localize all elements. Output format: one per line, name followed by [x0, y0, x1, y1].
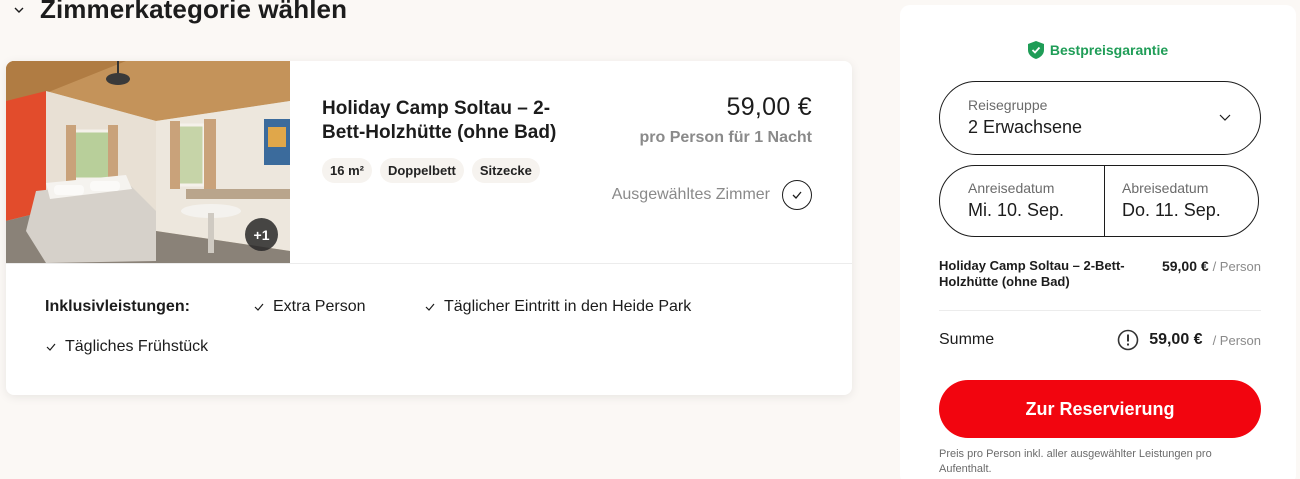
total-label: Summe [939, 331, 995, 348]
shield-check-icon [1027, 41, 1044, 59]
chevron-down-icon [1219, 114, 1231, 121]
room-photo[interactable]: +1 [6, 61, 290, 263]
inclusive-item: Täglicher Eintritt in den Heide Park [424, 298, 691, 316]
summary-room-line: Holiday Camp Soltau – 2-Bett-Holzhütte (… [939, 258, 1261, 290]
inclusive-item-label: Täglicher Eintritt in den Heide Park [444, 298, 692, 315]
section-header[interactable]: Zimmerkategorie wählen [12, 0, 347, 25]
inclusive-item-label: Tägliches Frühstück [65, 338, 209, 355]
room-info: Holiday Camp Soltau – 2-Bett-Holzhütte (… [322, 97, 582, 183]
photo-count-badge[interactable]: +1 [245, 218, 278, 251]
departure-date-label: Abreisedatum [1122, 180, 1209, 196]
date-range-picker[interactable]: Anreisedatum Mi. 10. Sep. Abreisedatum D… [939, 165, 1259, 237]
summary-divider [939, 310, 1261, 311]
check-icon [46, 343, 56, 351]
summary-total-line: Summe 59,00 € / Person [939, 329, 1261, 351]
inclusive-item-label: Extra Person [273, 298, 366, 315]
room-tag-seating: Sitzecke [471, 158, 540, 183]
info-icon[interactable] [1117, 329, 1139, 351]
guarantee-label: Bestpreisgarantie [1049, 42, 1169, 58]
summary-room-price: 59,00 € / Person [1162, 258, 1261, 290]
price-footnote: Preis pro Person inkl. aller ausgewählte… [939, 448, 1212, 475]
selected-room-toggle[interactable]: Ausgewähltes Zimmer [612, 180, 812, 210]
room-tags: 16 m² Doppelbett Sitzecke [322, 158, 582, 183]
room-price-block: 59,00 € pro Person für 1 Nacht [640, 93, 812, 147]
departure-date-value: Do. 11. Sep. [1122, 200, 1221, 220]
departure-date-field[interactable]: Abreisedatum Do. 11. Sep. [1104, 166, 1258, 236]
room-tag-bed: Doppelbett [379, 158, 464, 183]
summary-per-person: / Person [1212, 259, 1261, 274]
room-price: 59,00 € [726, 93, 812, 121]
summary-room-title: Holiday Camp Soltau – 2-Bett-Holzhütte (… [939, 258, 1125, 289]
inclusive-item: Extra Person [253, 298, 365, 316]
selected-room-label: Ausgewähltes Zimmer [611, 186, 770, 203]
check-icon [254, 303, 264, 311]
room-title: Holiday Camp Soltau – 2-Bett-Holzhütte (… [322, 98, 557, 143]
section-title: Zimmerkategorie wählen [40, 0, 348, 24]
card-divider [6, 263, 852, 264]
check-icon [425, 303, 435, 311]
total-price: 59,00 € [1149, 331, 1203, 348]
arrival-date-field[interactable]: Anreisedatum Mi. 10. Sep. [940, 166, 1104, 236]
arrival-date-label: Anreisedatum [968, 180, 1055, 196]
reserve-button[interactable]: Zur Reservierung [939, 380, 1261, 438]
total-price-group: 59,00 € / Person [1117, 329, 1261, 351]
selected-check-button[interactable] [782, 180, 812, 210]
check-icon [792, 191, 802, 199]
best-price-guarantee: Bestpreisgarantie [900, 41, 1296, 59]
inclusive-item: Tägliches Frühstück [45, 338, 208, 356]
summary-room-price-value: 59,00 € [1161, 258, 1209, 274]
travel-group-value: 2 Erwachsene [968, 117, 1083, 137]
inclusives-label: Inklusivleistungen: [45, 298, 190, 315]
booking-sidebar: Bestpreisgarantie Reisegruppe 2 Erwachse… [900, 5, 1296, 479]
total-per-person: / Person [1212, 332, 1261, 348]
room-price-caption: pro Person für 1 Nacht [639, 129, 812, 146]
travel-group-label: Reisegruppe [968, 97, 1048, 113]
chevron-down-icon [14, 7, 24, 13]
travel-group-select[interactable]: Reisegruppe 2 Erwachsene [939, 81, 1261, 155]
arrival-date-value: Mi. 10. Sep. [968, 200, 1065, 220]
room-card[interactable]: +1 Holiday Camp Soltau – 2-Bett-Holzhütt… [6, 61, 852, 395]
room-tag-size: 16 m² [322, 158, 372, 183]
